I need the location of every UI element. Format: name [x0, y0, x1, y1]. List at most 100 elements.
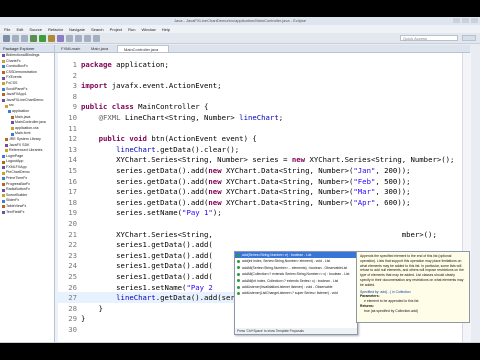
debug-icon[interactable]: [30, 34, 37, 42]
package-explorer: Package Explorer BidirectionalBindings Ch…: [0, 45, 55, 342]
tree-item[interactable]: TextFieldFx: [0, 210, 54, 216]
menu-help[interactable]: Help: [162, 27, 170, 32]
project-icon: [8, 110, 11, 114]
main-toolbar: Quick Access: [0, 33, 480, 44]
code-text: series1.getData().add(: [81, 250, 213, 260]
menu-refactor[interactable]: Refactor: [48, 27, 63, 32]
code-line: 16 series.getData().add(new XYChart.Data…: [55, 176, 470, 187]
quick-access-input[interactable]: Quick Access: [400, 35, 458, 41]
project-icon: [2, 210, 5, 214]
open-type-icon[interactable]: [66, 34, 73, 42]
menu-edit[interactable]: Edit: [16, 27, 23, 32]
code-line: 11: [55, 123, 470, 134]
code-text: lineChart.getData().clear();: [116, 144, 240, 154]
project-icon: [2, 177, 5, 181]
line-number: 19: [68, 208, 77, 218]
menu-run[interactable]: Run: [128, 27, 135, 32]
line-number: 28: [68, 303, 77, 313]
minimize-button[interactable]: [453, 18, 460, 23]
editor-tab-bar: FXMLmain Main.java MainController.java: [55, 45, 470, 53]
code-text: series.setName("Pay 1");: [81, 208, 222, 218]
project-icon: [2, 199, 5, 203]
project-icon: [5, 149, 8, 153]
code-text: series1.getData().add(: [81, 261, 213, 271]
project-icon: [2, 71, 5, 75]
back-icon[interactable]: [84, 34, 91, 42]
menu-window[interactable]: Window: [141, 27, 155, 32]
proposal-label: addListener(ListChangeListener<? super S…: [242, 291, 338, 296]
project-icon: [2, 76, 5, 80]
code-line: 18 series.getData().add(new XYChart.Data…: [55, 197, 470, 208]
line-number: 23: [68, 250, 77, 260]
code-text: }: [81, 314, 86, 324]
javadoc-hover: Appends the specified element to the end…: [356, 251, 470, 323]
code-text: package application;: [81, 60, 169, 69]
tab-maincontroller-java[interactable]: MainController.java: [117, 45, 169, 52]
project-icon: [11, 132, 14, 136]
menu-navigate[interactable]: Navigate: [69, 27, 85, 32]
code-line: 13 lineChart.getData().clear();: [55, 144, 470, 155]
code-text: series1.setName("Pay 2: [81, 282, 213, 292]
line-number: 11: [68, 123, 77, 133]
project-icon: [2, 59, 5, 63]
code-text: lineChart.getData().add(series);: [116, 293, 257, 303]
java-perspective-button[interactable]: [462, 35, 476, 41]
project-icon: [5, 143, 8, 147]
print-icon[interactable]: [21, 34, 28, 42]
tab-fxmlmain[interactable]: FXMLmain: [55, 45, 83, 52]
line-number: 29: [68, 314, 77, 324]
method-icon: [237, 260, 240, 264]
project-icon: [11, 127, 14, 131]
line-number: 22: [68, 240, 77, 250]
external-tools-icon[interactable]: [48, 34, 55, 42]
eclipse-window: Java - JavaFXLineChartDemo/src/applicati…: [0, 17, 480, 343]
line-number: 21: [68, 229, 77, 239]
code-line: 17 series.getData().add(new XYChart.Data…: [55, 186, 470, 197]
code-line: 20: [55, 218, 470, 229]
project-icon: [2, 166, 5, 170]
line-number: 2: [72, 70, 77, 80]
code-text: series.getData().add(new XYChart.Data<St…: [81, 187, 411, 197]
proposal-item[interactable]: addListener(ListChangeListener<? super S…: [235, 290, 357, 296]
code-text: series1.getData().add(: [81, 272, 213, 281]
menu-source[interactable]: Source: [29, 27, 42, 32]
project-icon: [2, 154, 5, 158]
tab-main-java[interactable]: Main.java: [85, 45, 115, 52]
code-line: 14 XYChart.Series<String, Number> series…: [55, 154, 470, 165]
project-icon: [2, 182, 5, 186]
line-number: 3: [72, 81, 77, 91]
project-icon: [2, 205, 5, 209]
code-text: public class MainController {: [81, 102, 209, 112]
line-number: 20: [68, 219, 77, 228]
line-number: 15: [68, 166, 77, 175]
close-button[interactable]: [471, 18, 478, 23]
line-number: 10: [68, 113, 77, 122]
maximize-button[interactable]: [462, 18, 469, 23]
project-icon: [11, 115, 14, 119]
line-number: 13: [68, 144, 77, 154]
menu-search[interactable]: Search: [91, 27, 104, 32]
code-line: 19 series.setName("Pay 1");: [55, 207, 470, 218]
new-class-icon[interactable]: [57, 34, 64, 42]
package-explorer-tab[interactable]: Package Explorer: [0, 45, 54, 53]
tree-item-label: TextFieldFx: [6, 209, 25, 214]
forward-icon[interactable]: [93, 34, 100, 42]
code-line: 2: [55, 70, 470, 81]
save-icon[interactable]: [12, 34, 19, 42]
search-icon[interactable]: [75, 34, 82, 42]
run-icon[interactable]: [39, 34, 46, 42]
code-text: series1.getData().add(: [81, 240, 213, 250]
code-line: 15 series.getData().add(new XYChart.Data…: [55, 165, 470, 176]
proposal-list: add(Series<String,Number> e) : boolean -…: [235, 252, 357, 297]
code-line: 22 series1.getData().add(: [55, 239, 470, 250]
code-text: }: [81, 303, 103, 313]
new-icon[interactable]: [3, 34, 10, 42]
menu-project[interactable]: Project: [110, 27, 122, 32]
line-number: 8: [72, 91, 77, 101]
menu-file[interactable]: File: [4, 27, 10, 32]
project-icon: [2, 87, 5, 91]
line-number: 27: [68, 293, 77, 303]
code-line: 3 import javafx.event.ActionEvent;: [55, 80, 470, 91]
code-text: public void btn(ActionEvent event) {: [98, 134, 257, 144]
method-icon: [237, 292, 240, 296]
